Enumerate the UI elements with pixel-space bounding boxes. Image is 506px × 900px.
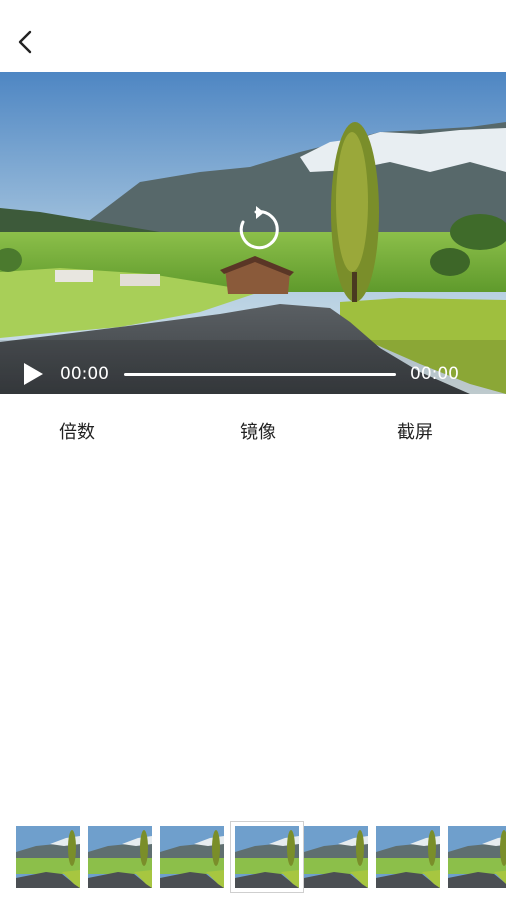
replay-button[interactable] [231,205,281,255]
speed-option[interactable]: 倍数 [59,418,95,444]
play-icon [24,363,43,385]
screenshot-option[interactable]: 截屏 [397,418,433,444]
video-player[interactable]: 00:00 00:00 [0,72,506,394]
options-bar: 倍数 镜像 截屏 [0,410,506,450]
filmstrip-thumbnail[interactable] [376,826,440,888]
filmstrip-thumbnail[interactable] [160,826,224,888]
play-button[interactable] [22,362,44,386]
mirror-option[interactable]: 镜像 [240,418,276,444]
back-button[interactable] [10,26,42,58]
replay-icon [239,206,279,250]
duration-time: 00:00 [410,364,459,384]
top-bar [0,0,506,72]
filmstrip-thumbnail[interactable] [230,821,304,893]
filmstrip-thumbnail[interactable] [88,826,152,888]
filmstrip-thumbnail[interactable] [16,826,80,888]
filmstrip-thumbnail[interactable] [304,826,368,888]
playback-controls: 00:00 00:00 [0,356,506,392]
filmstrip [0,820,506,895]
current-time: 00:00 [60,364,109,384]
chevron-left-icon [18,30,32,54]
progress-bar[interactable] [124,373,396,376]
filmstrip-thumbnail[interactable] [448,826,506,888]
